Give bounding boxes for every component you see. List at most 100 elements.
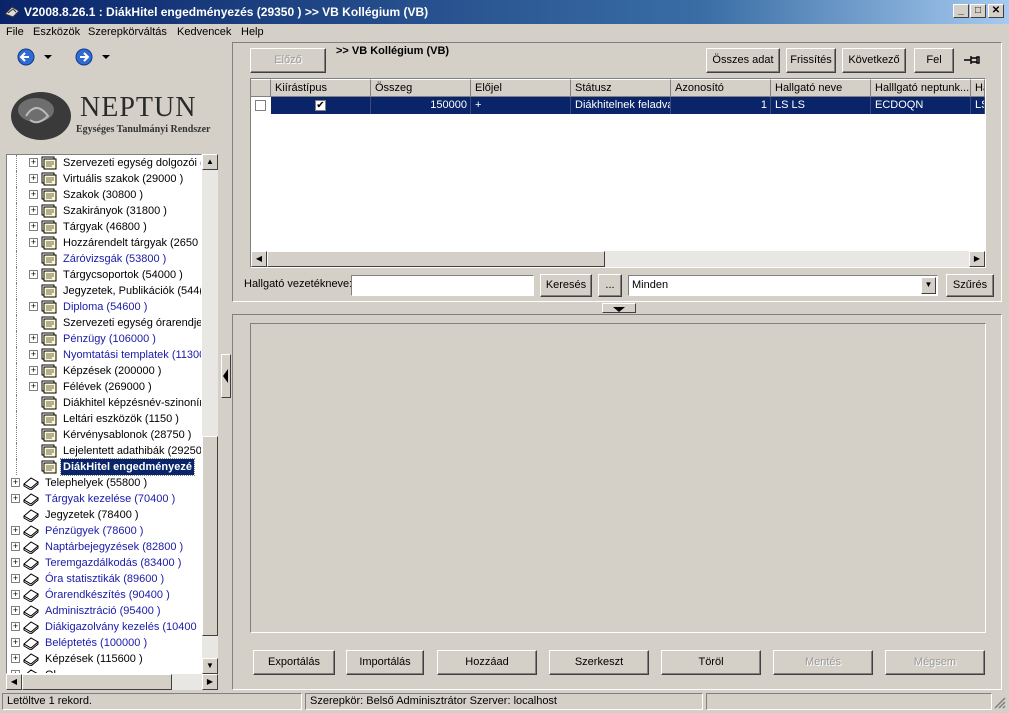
column-header-statusz[interactable]: Státusz bbox=[571, 79, 671, 97]
expand-icon[interactable]: + bbox=[11, 590, 20, 599]
column-header-kiirastipus[interactable]: Kiírástípus bbox=[271, 79, 371, 97]
expand-icon[interactable]: + bbox=[11, 558, 20, 567]
row-selector[interactable] bbox=[251, 97, 271, 114]
grid-hscrollbar[interactable]: ◀ ▶ bbox=[251, 251, 985, 267]
scroll-thumb[interactable] bbox=[202, 436, 218, 636]
grid-scroll-right-icon[interactable]: ▶ bbox=[969, 251, 985, 267]
back-button[interactable] bbox=[16, 48, 56, 68]
kiirastipus-checkbox[interactable]: ✔ bbox=[315, 100, 326, 111]
menu-kedvencek[interactable]: Kedvencek bbox=[177, 26, 231, 38]
horizontal-splitter[interactable] bbox=[232, 302, 1002, 314]
cell-elojel[interactable]: + bbox=[471, 97, 571, 114]
search-button[interactable]: Keresés bbox=[540, 274, 592, 297]
collapse-down-button[interactable] bbox=[602, 303, 636, 313]
cell-osszeg[interactable]: 150000 bbox=[371, 97, 471, 114]
scroll-right-icon[interactable]: ▶ bbox=[202, 674, 218, 690]
expand-icon[interactable]: + bbox=[11, 494, 20, 503]
cell-ha[interactable]: LS bbox=[971, 97, 985, 114]
expand-icon[interactable]: + bbox=[29, 302, 38, 311]
tree-node[interactable]: + Tárgyak (46800 ) bbox=[7, 219, 201, 235]
expand-icon[interactable]: + bbox=[11, 574, 20, 583]
tree-node[interactable]: + Órarendkészítés (90400 ) bbox=[7, 587, 201, 603]
expand-icon[interactable]: + bbox=[11, 542, 20, 551]
expand-icon[interactable]: + bbox=[29, 206, 38, 215]
tree-node[interactable]: + Képzések (115600 ) bbox=[7, 651, 201, 667]
cell-neptunkod[interactable]: ECDOQN bbox=[871, 97, 971, 114]
cancel-button[interactable]: Mégsem bbox=[885, 650, 985, 675]
menu-szerepkorvaltas[interactable]: Szerepkörváltás bbox=[88, 26, 167, 38]
collapse-left-button[interactable] bbox=[221, 354, 231, 398]
tree-node[interactable]: + Teremgazdálkodás (83400 ) bbox=[7, 555, 201, 571]
row-select-checkbox[interactable] bbox=[255, 100, 266, 111]
scroll-down-icon[interactable]: ▼ bbox=[202, 658, 218, 674]
expand-icon[interactable]: + bbox=[11, 654, 20, 663]
expand-icon[interactable]: + bbox=[11, 606, 20, 615]
tree-node[interactable]: + Pénzügy (106000 ) bbox=[7, 331, 201, 347]
expand-icon[interactable]: + bbox=[11, 638, 20, 647]
expand-icon[interactable]: + bbox=[29, 222, 38, 231]
tree-node[interactable]: + Telephelyek (55800 ) bbox=[7, 475, 201, 491]
tree-node[interactable]: + Tárgycsoportok (54000 ) bbox=[7, 267, 201, 283]
column-header-azonosito[interactable]: Azonosító bbox=[671, 79, 771, 97]
tree-node[interactable]: Záróvizsgák (53800 ) bbox=[7, 251, 201, 267]
next-button[interactable]: Következő bbox=[842, 48, 906, 73]
up-button[interactable]: Fel bbox=[914, 48, 954, 73]
tree-node[interactable]: Diákhitel képzésnév-szinoním bbox=[7, 395, 201, 411]
tree-node[interactable]: + Tárgyak kezelése (70400 ) bbox=[7, 491, 201, 507]
expand-icon[interactable]: + bbox=[11, 622, 20, 631]
menu-file[interactable]: File bbox=[6, 26, 24, 38]
tree-node[interactable]: + Óra statisztikák (89600 ) bbox=[7, 571, 201, 587]
tree-node[interactable]: Szervezeti egység órarendje bbox=[7, 315, 201, 331]
title-bar[interactable]: V2008.8.26.1 : DiákHitel engedményezés (… bbox=[0, 0, 1009, 24]
more-button[interactable]: ... bbox=[598, 274, 622, 297]
hscroll-thumb[interactable] bbox=[22, 674, 172, 690]
surname-search-input[interactable] bbox=[351, 275, 534, 296]
tree-node[interactable]: + Szakirányok (31800 ) bbox=[7, 203, 201, 219]
maximize-button[interactable]: □ bbox=[970, 4, 986, 18]
tree-node[interactable]: + Szakok (30800 ) bbox=[7, 187, 201, 203]
tree-node[interactable]: + Hozzárendelt tárgyak (2650 bbox=[7, 235, 201, 251]
expand-icon[interactable]: + bbox=[29, 238, 38, 247]
expand-icon[interactable]: + bbox=[29, 366, 38, 375]
column-header-osszeg[interactable]: Összeg bbox=[371, 79, 471, 97]
tree-node[interactable]: Lejelentett adathibák (29250 bbox=[7, 443, 201, 459]
minimize-button[interactable]: _ bbox=[953, 4, 969, 18]
tree-node[interactable]: DiákHitel engedményezé bbox=[7, 458, 201, 476]
tree-node[interactable]: + Adminisztráció (95400 ) bbox=[7, 603, 201, 619]
cell-hallgato-neve[interactable]: LS LS bbox=[771, 97, 871, 114]
expand-icon[interactable]: + bbox=[29, 158, 38, 167]
tree-node[interactable]: + Beléptetés (100000 ) bbox=[7, 635, 201, 651]
delete-button[interactable]: Töröl bbox=[661, 650, 761, 675]
tree-scrollbar[interactable]: ▲ ▼ bbox=[202, 154, 218, 674]
column-header-ha[interactable]: Ha bbox=[971, 79, 985, 97]
tree-node[interactable]: + Naptárbejegyzések (82800 ) bbox=[7, 539, 201, 555]
expand-icon[interactable]: + bbox=[29, 270, 38, 279]
refresh-button[interactable]: Frissítés bbox=[786, 48, 836, 73]
menu-eszkozok[interactable]: Eszközök bbox=[33, 26, 80, 38]
grid-scroll-left-icon[interactable]: ◀ bbox=[251, 251, 267, 267]
filter-button[interactable]: Szűrés bbox=[946, 274, 994, 297]
tree-node[interactable]: + Félévek (269000 ) bbox=[7, 379, 201, 395]
add-button[interactable]: Hozzáad bbox=[437, 650, 537, 675]
all-data-button[interactable]: Összes adat bbox=[706, 48, 780, 73]
previous-button[interactable]: Előző bbox=[250, 48, 326, 73]
tree-node[interactable]: + Képzések (200000 ) bbox=[7, 363, 201, 379]
cell-statusz[interactable]: Diákhitelnek feladva bbox=[571, 97, 671, 114]
filter-select[interactable]: Minden ▼ bbox=[628, 275, 938, 296]
export-button[interactable]: Exportálás bbox=[253, 650, 335, 675]
expand-icon[interactable]: + bbox=[29, 334, 38, 343]
pin-button[interactable] bbox=[962, 52, 982, 68]
expand-icon[interactable]: + bbox=[29, 190, 38, 199]
tree-node[interactable]: Kérvénysablonok (28750 ) bbox=[7, 427, 201, 443]
cell-azonosito[interactable]: 1 bbox=[671, 97, 771, 114]
expand-icon[interactable]: + bbox=[29, 350, 38, 359]
column-header-elojel[interactable]: Előjel bbox=[471, 79, 571, 97]
column-header-neptunkod[interactable]: Halllgató neptunk... bbox=[871, 79, 971, 97]
expand-icon[interactable]: + bbox=[11, 526, 20, 535]
menu-help[interactable]: Help bbox=[241, 26, 264, 38]
scroll-left-icon[interactable]: ◀ bbox=[6, 674, 22, 690]
tree-node[interactable]: + Pénzügyek (78600 ) bbox=[7, 523, 201, 539]
cell-kiirastipus[interactable]: ✔ bbox=[271, 97, 371, 114]
scroll-up-icon[interactable]: ▲ bbox=[202, 154, 218, 170]
tree-node[interactable]: + Szervezeti egység dolgozói ( bbox=[7, 155, 201, 171]
